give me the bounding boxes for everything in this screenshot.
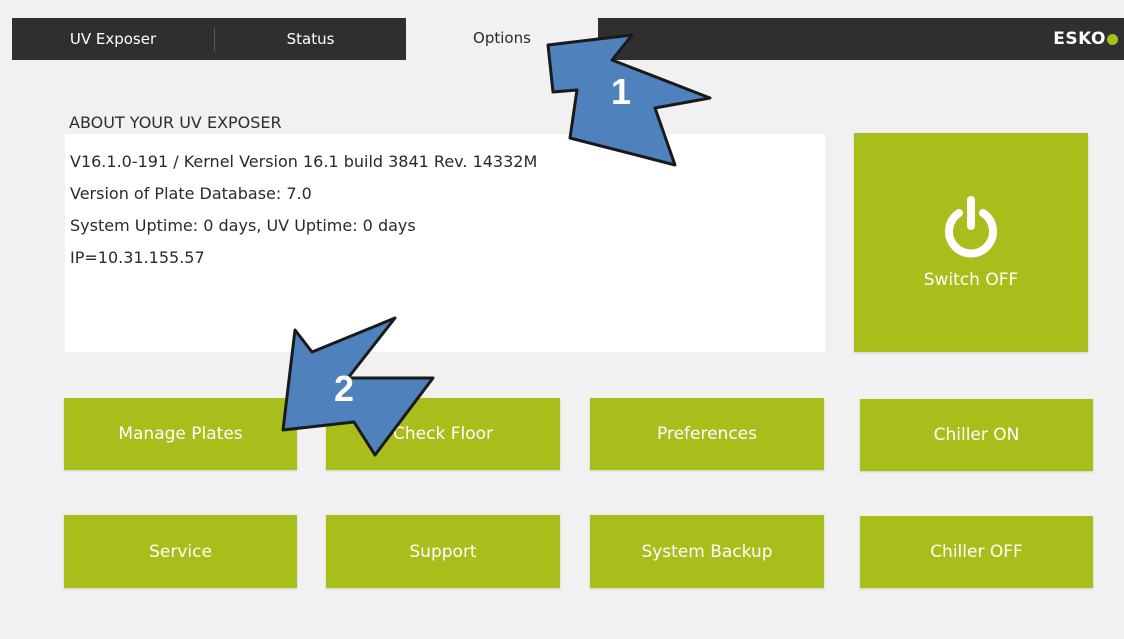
- power-icon: [945, 195, 997, 257]
- ip-address-text: IP=10.31.155.57: [70, 248, 205, 267]
- preferences-button[interactable]: Preferences: [590, 398, 824, 470]
- chiller-on-button[interactable]: Chiller ON: [860, 399, 1093, 471]
- system-backup-button[interactable]: System Backup: [590, 515, 824, 588]
- app-window: UV Exposer Status Options ESKO ABOUT YOU…: [0, 0, 1124, 639]
- about-title: ABOUT YOUR UV EXPOSER: [69, 113, 282, 132]
- manage-plates-button[interactable]: Manage Plates: [64, 398, 297, 470]
- chiller-off-button[interactable]: Chiller OFF: [860, 516, 1093, 588]
- check-floor-button[interactable]: Check Floor: [326, 398, 560, 470]
- tab-options[interactable]: Options: [406, 16, 598, 60]
- tab-status[interactable]: Status: [215, 18, 406, 60]
- switch-off-button[interactable]: Switch OFF: [854, 133, 1088, 352]
- logo-mark-icon: [1107, 34, 1118, 45]
- tab-uv-exposer[interactable]: UV Exposer: [12, 18, 214, 60]
- version-text: V16.1.0-191 / Kernel Version 16.1 build …: [70, 152, 538, 171]
- callout-number-1: 1: [611, 71, 631, 112]
- switch-off-label: Switch OFF: [923, 269, 1019, 290]
- service-button[interactable]: Service: [64, 515, 297, 588]
- plate-database-version-text: Version of Plate Database: 7.0: [70, 184, 312, 203]
- support-button[interactable]: Support: [326, 515, 560, 588]
- about-info-box: V16.1.0-191 / Kernel Version 16.1 build …: [65, 134, 825, 352]
- uptime-text: System Uptime: 0 days, UV Uptime: 0 days: [70, 216, 416, 235]
- esko-logo: ESKO: [1053, 29, 1118, 49]
